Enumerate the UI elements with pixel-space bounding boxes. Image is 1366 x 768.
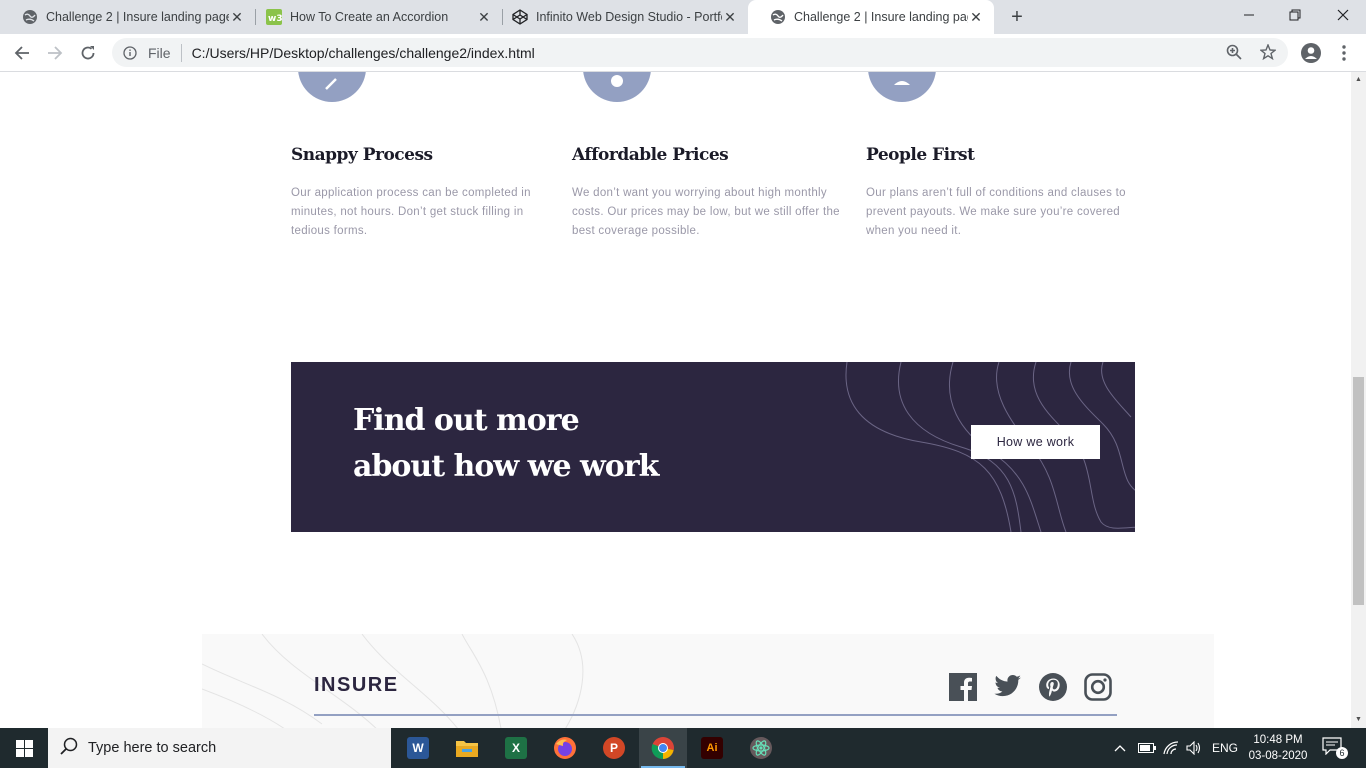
powerpoint-glyph: P	[603, 737, 625, 759]
menu-kebab-icon[interactable]	[1333, 42, 1355, 64]
battery-icon[interactable]	[1138, 728, 1156, 768]
tab-infinito[interactable]: Infinito Web Design Studio - Portfolio ✕	[490, 0, 748, 34]
page-footer: INSURE	[202, 634, 1214, 728]
language-indicator[interactable]: ENG	[1212, 728, 1238, 768]
tab-title: How To Create an Accordion	[290, 10, 449, 24]
globe-icon	[770, 9, 786, 25]
w3schools-icon: w3	[266, 9, 282, 25]
windows-taskbar: Type here to search W X P Ai ENG 10:48 P…	[0, 728, 1366, 768]
affordable-prices-icon	[583, 72, 651, 102]
twitter-icon[interactable]	[993, 672, 1022, 701]
globe-icon	[22, 9, 38, 25]
tab-insure-active[interactable]: Challenge 2 | Insure landing page ✕	[748, 0, 994, 34]
volume-icon[interactable]	[1186, 728, 1202, 768]
banner-heading: Find out more about how we work	[353, 398, 753, 490]
tab-accordion[interactable]: w3 How To Create an Accordion ✕	[244, 0, 502, 34]
tab-title: Challenge 2 | Insure landing page	[46, 10, 229, 24]
insure-logo[interactable]: INSURE	[314, 674, 399, 697]
address-divider	[180, 43, 182, 62]
pinterest-icon[interactable]	[1038, 672, 1067, 701]
snappy-process-icon	[298, 72, 366, 102]
feature-affordable-prices: Affordable Prices We don’t want you worr…	[572, 145, 852, 241]
taskbar-search-box[interactable]: Type here to search	[48, 728, 391, 768]
scrollbar-thumb[interactable]	[1353, 377, 1364, 605]
tab-title: Challenge 2 | Insure landing page	[794, 10, 968, 24]
illustrator-icon[interactable]: Ai	[688, 728, 736, 768]
feature-title: People First	[866, 145, 975, 165]
zoom-icon[interactable]	[1226, 44, 1242, 63]
minimize-icon[interactable]	[1226, 0, 1272, 30]
feature-title: Snappy Process	[291, 145, 433, 165]
feature-title: Affordable Prices	[572, 145, 729, 165]
atom-icon[interactable]	[737, 728, 785, 768]
feature-description: Our application process can be completed…	[291, 187, 531, 237]
facebook-icon[interactable]	[948, 672, 977, 701]
notification-center-icon[interactable]: 6	[1322, 737, 1348, 759]
how-we-work-banner: Find out more about how we work How we w…	[291, 362, 1135, 532]
feature-description: We don’t want you worrying about high mo…	[572, 187, 840, 237]
word-glyph: W	[407, 737, 429, 759]
feature-people-first: People First Our plans aren’t full of co…	[866, 145, 1138, 241]
browser-toolbar: File C:/Users/HP/Desktop/challenges/chal…	[0, 34, 1366, 72]
close-tab-icon[interactable]: ✕	[722, 9, 738, 25]
chrome-icon[interactable]	[639, 728, 687, 768]
how-we-work-button[interactable]: How we work	[971, 425, 1100, 459]
new-tab-button[interactable]: +	[1005, 5, 1029, 29]
codepen-icon	[512, 9, 528, 25]
people-first-icon	[868, 72, 936, 102]
tab-title: Infinito Web Design Studio - Portfolio	[536, 10, 722, 24]
search-placeholder: Type here to search	[88, 740, 217, 756]
notification-badge: 6	[1336, 747, 1348, 759]
close-tab-icon[interactable]: ✕	[968, 9, 984, 25]
clock-time: 10:48 PM	[1253, 734, 1303, 746]
page-scrollbar[interactable]: ▲ ▼	[1351, 72, 1366, 728]
firefox-icon[interactable]	[541, 728, 589, 768]
clock-date: 03-08-2020	[1248, 750, 1308, 762]
banner-heading-line1: Find out more	[353, 403, 580, 438]
word-icon[interactable]: W	[394, 728, 442, 768]
page-viewport: Snappy Process Our application process c…	[0, 72, 1351, 728]
profile-avatar-icon[interactable]	[1300, 42, 1322, 64]
footer-divider	[314, 714, 1117, 716]
excel-icon[interactable]: X	[492, 728, 540, 768]
reload-icon[interactable]	[73, 38, 103, 68]
close-window-icon[interactable]	[1320, 0, 1366, 30]
taskbar-clock[interactable]: 10:48 PM 03-08-2020	[1240, 732, 1316, 764]
windows-start-icon[interactable]	[0, 728, 48, 768]
banner-heading-line2: about how we work	[353, 449, 659, 484]
powerpoint-icon[interactable]: P	[590, 728, 638, 768]
instagram-icon[interactable]	[1083, 672, 1112, 701]
scheme-label: File	[148, 44, 171, 61]
feature-description: Our plans aren’t full of conditions and …	[866, 187, 1126, 237]
svg-text:w3: w3	[268, 14, 282, 24]
scroll-down-arrow-icon[interactable]: ▼	[1354, 715, 1363, 724]
bookmark-star-icon[interactable]	[1259, 43, 1277, 63]
excel-glyph: X	[505, 737, 527, 759]
back-arrow-icon[interactable]	[7, 38, 37, 68]
feature-snappy-process: Snappy Process Our application process c…	[291, 145, 556, 241]
restore-icon[interactable]	[1272, 0, 1318, 30]
show-hidden-icons[interactable]	[1114, 728, 1126, 768]
scroll-up-arrow-icon[interactable]: ▲	[1354, 75, 1363, 84]
social-links	[948, 672, 1112, 701]
address-bar[interactable]: File C:/Users/HP/Desktop/challenges/chal…	[112, 38, 1288, 67]
url-text[interactable]: C:/Users/HP/Desktop/challenges/challenge…	[192, 45, 535, 61]
search-icon	[60, 737, 78, 759]
tab-insure-1[interactable]: Challenge 2 | Insure landing page ✕	[0, 0, 255, 34]
close-tab-icon[interactable]: ✕	[229, 9, 245, 25]
wifi-icon[interactable]	[1163, 728, 1179, 768]
forward-arrow-icon[interactable]	[40, 38, 70, 68]
browser-tab-strip: Challenge 2 | Insure landing page ✕ w3 H…	[0, 0, 1366, 34]
info-icon[interactable]	[122, 45, 138, 61]
illustrator-glyph: Ai	[701, 737, 723, 759]
file-explorer-icon[interactable]	[443, 728, 491, 768]
